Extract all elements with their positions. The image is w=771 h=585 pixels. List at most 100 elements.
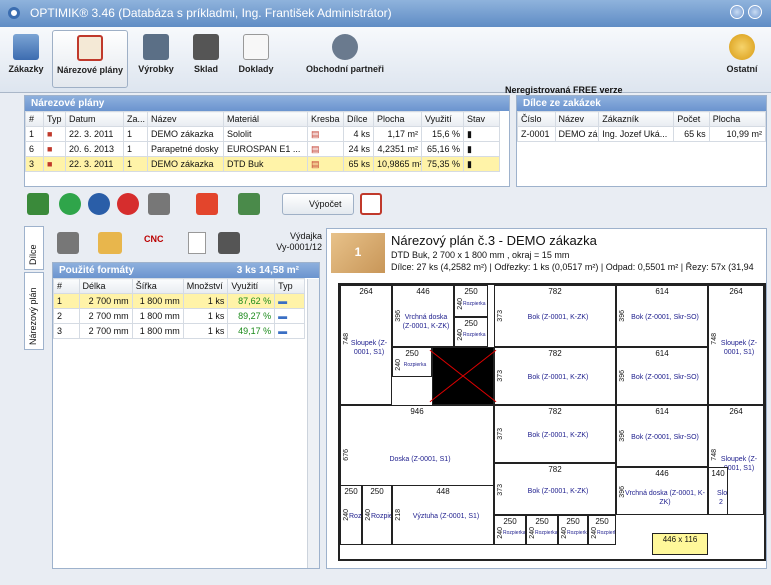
plan-piece[interactable]: 250240Rozpierka <box>362 485 392 545</box>
table-row[interactable]: 6 ■ 20. 6. 2013 1 Parapetné dosky EUROSPAN E1… <box>25 141 500 157</box>
ribbon-products-button[interactable]: Výrobky <box>132 30 180 88</box>
piece-label: Bok (Z-0001, K-ZK) <box>527 432 589 440</box>
ribbon-cutting-plans-button[interactable]: Nárezové plány <box>52 30 128 88</box>
used-formats-panel: Použité formáty 3 ks 14,58 m² # Délka Šířka… <box>52 262 320 569</box>
piece-label: Rozpierka <box>597 530 615 536</box>
cancel-icon[interactable] <box>360 193 382 215</box>
plan-piece[interactable]: 264 748 Sloupek (Z-0001, S1) <box>708 285 764 405</box>
table-row[interactable]: 32 700 mm 1 800 mm 1 ks 49,17 % ▬ <box>53 323 305 339</box>
piece-width: 250 <box>464 319 478 328</box>
format-type-icon: ▬ <box>274 308 305 324</box>
plan-title: Nárezový plán č.3 - DEMO zákazka <box>391 233 597 248</box>
maximize-icon[interactable] <box>748 5 762 19</box>
piece-label: Bok (Z-0001, K-ZK) <box>527 487 589 495</box>
cutting-board: 264 748 Sloupek (Z-0001, S1) 446 396 Vrchná d… <box>338 283 766 561</box>
piece-width: 448 <box>436 487 450 496</box>
minimize-icon[interactable] <box>730 5 744 19</box>
ribbon-documents-button[interactable]: Doklady <box>232 30 280 88</box>
products-icon <box>143 34 169 60</box>
plan-piece[interactable]: 614 396 Bok (Z-0001, Skr-SO) <box>616 347 708 405</box>
format-type-icon: ▬ <box>274 323 305 339</box>
piece-width: 782 <box>548 407 562 416</box>
table-row-selected[interactable]: 12 700 mm 1 800 mm 1 ks 87,62 % ▬ <box>53 293 305 309</box>
orders-icon <box>13 34 39 60</box>
piece-label: Rozpierka <box>463 332 486 338</box>
drawing-icon: ▤ <box>307 156 344 172</box>
piece-width: 946 <box>410 407 424 416</box>
piece-width: 264 <box>729 407 743 416</box>
plan-piece[interactable]: 250240Rozpierka <box>588 515 616 545</box>
ribbon-other-button[interactable]: Ostatní <box>718 30 766 88</box>
plan-piece[interactable]: 140 Sloupek 2 <box>708 467 728 515</box>
refresh-icon[interactable] <box>88 193 110 215</box>
plan-piece[interactable]: 264 748 Sloupek (Z-0001, S1) <box>340 285 392 405</box>
status-icon: ▮ <box>463 141 500 157</box>
print-icon[interactable] <box>57 232 79 254</box>
table-row-selected[interactable]: 3 ■ 22. 3. 2011 1 DEMO zákazka DTD Buk ▤ 65 ks 1… <box>25 156 500 172</box>
plan-piece[interactable]: 448 218 Výztuha (Z-0001, S1) <box>392 485 494 545</box>
drawing-icon: ▤ <box>307 141 344 157</box>
plan-piece[interactable]: 250240Rozpierka <box>454 317 488 347</box>
issue-note[interactable]: Výdajka Vy-0001/12 <box>252 231 322 253</box>
plan-piece[interactable]: 614 396 Bok (Z-0001, Skr-SO) <box>616 285 708 347</box>
add-plan-icon[interactable] <box>27 193 49 215</box>
plan-piece[interactable]: 782 373 Bok (Z-0001, K-ZK) <box>494 463 616 515</box>
plan-piece[interactable]: 250240Rozpierka <box>340 485 362 545</box>
plan-piece[interactable]: 782 373 Bok (Z-0001, K-ZK) <box>494 285 616 347</box>
calculate-button[interactable]: Výpočet <box>282 193 354 215</box>
piece-width: 250 <box>344 487 358 496</box>
cutting-plans-icon <box>77 35 103 61</box>
layout-icon[interactable] <box>98 232 122 254</box>
plan-type-icon: ■ <box>43 126 66 142</box>
ribbon-orders-button[interactable]: Zákazky <box>4 30 48 88</box>
plan-piece[interactable]: 250240Rozpierka <box>392 347 432 377</box>
table-row[interactable]: Z-0001DEMO zák...Ing. Jozef Uká...65 ks1… <box>517 126 767 142</box>
piece-label: Bok (Z-0001, Skr-SO) <box>631 434 699 441</box>
tab-parts[interactable]: Dílce <box>24 226 44 270</box>
plan-piece[interactable]: 250240Rozpierka <box>526 515 558 545</box>
piece-width: 250 <box>535 517 549 526</box>
cnc-button[interactable]: CNC <box>144 234 164 244</box>
plan-piece[interactable]: 782 373 Bok (Z-0001, K-ZK) <box>494 405 616 463</box>
plan-piece[interactable]: 250240Rozpierka <box>494 515 526 545</box>
plan-piece[interactable]: 446 x 116 <box>652 533 708 555</box>
scrollbar[interactable] <box>307 279 319 568</box>
add-icon[interactable] <box>59 193 81 215</box>
piece-width: 264 <box>729 287 743 296</box>
plan-piece[interactable]: 446 396 Vrchná doska (Z-0001, K-ZK) <box>392 285 454 347</box>
document-icon[interactable] <box>188 232 206 254</box>
warehouse-icon <box>193 34 219 60</box>
table-row[interactable]: 22 700 mm 1 800 mm 1 ks 89,27 % ▬ <box>53 308 305 324</box>
status-icon: ▮ <box>463 156 500 172</box>
piece-label: Bok (Z-0001, Skr-SO) <box>631 314 699 321</box>
warehouse-icon[interactable] <box>218 232 240 254</box>
plan-piece[interactable]: 614 396 Bok (Z-0001, Skr-SO) <box>616 405 708 467</box>
copy-icon[interactable] <box>238 193 260 215</box>
plan-piece[interactable]: 250240Rozpierka <box>558 515 588 545</box>
ribbon-warehouse-button[interactable]: Sklad <box>184 30 228 88</box>
ribbon: Zákazky Nárezové plány Výrobky Sklad Dok… <box>0 27 771 95</box>
piece-width: 250 <box>405 349 419 358</box>
tab-cutting-plan[interactable]: Nárezový plán <box>24 272 44 350</box>
plan-piece[interactable]: 446 396 Vrchná doska (Z-0001, K-ZK) <box>616 467 708 515</box>
panel-header: Dílce ze zakázek <box>517 96 766 111</box>
piece-width: 250 <box>503 517 517 526</box>
piece-label: Rozpierka <box>349 513 362 521</box>
piece-label: Rozpierka <box>403 362 427 368</box>
piece-label: Rozpierka <box>535 530 558 536</box>
export-icon[interactable] <box>196 193 218 215</box>
ribbon-partners-button[interactable]: Obchodní partneři <box>286 30 404 88</box>
table-row[interactable]: 1 ■ 22. 3. 2011 1 DEMO zákazka Sololit ▤ 4 ks 1,… <box>25 126 500 142</box>
table-header-row: # Typ Datum Za... Název Materiál Kresba Dílce Pl… <box>25 111 500 127</box>
piece-label: Bok (Z-0001, K-ZK) <box>527 374 589 382</box>
plan-piece[interactable]: 250240Rozpierka <box>454 285 488 317</box>
plan-piece[interactable]: 782 373 Bok (Z-0001, K-ZK) <box>494 347 616 405</box>
piece-width: 250 <box>370 487 384 496</box>
status-icon: ▮ <box>463 126 500 142</box>
table-header-row: # Délka Šířka Množství Využití Typ <box>53 278 305 294</box>
piece-label: Sloupek (Z-0001, S1) <box>720 340 758 357</box>
delete-icon[interactable] <box>117 193 139 215</box>
print-icon[interactable] <box>148 193 170 215</box>
registration-status: Neregistrovaná FREE verze <box>505 85 623 95</box>
piece-width: 782 <box>548 465 562 474</box>
